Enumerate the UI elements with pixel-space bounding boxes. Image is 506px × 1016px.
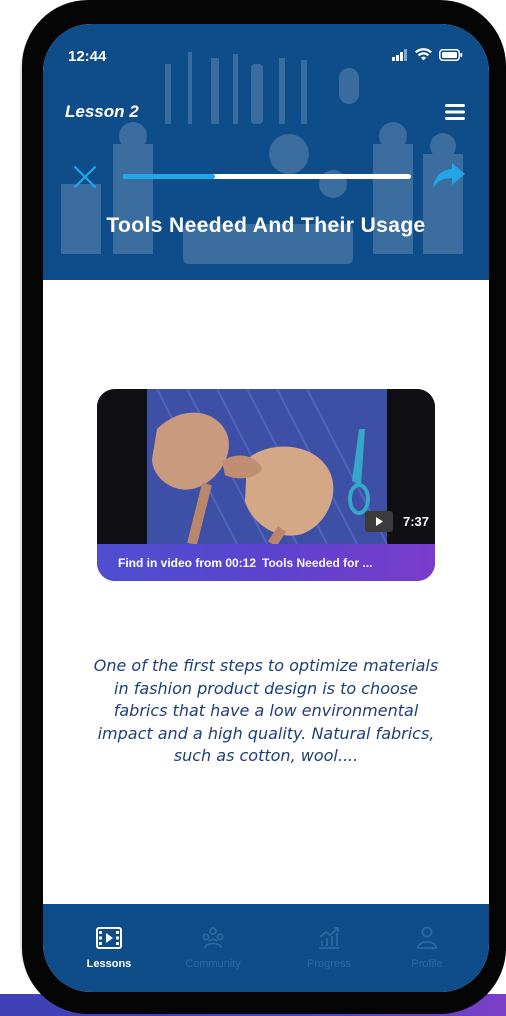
- app-screen: 12:44 Lesson 2 Tools Needed And Their Us…: [43, 24, 489, 992]
- tab-label: Profile: [411, 958, 443, 970]
- lesson-description: One of the first steps to optimize mater…: [93, 656, 439, 765]
- status-icons: [392, 48, 463, 61]
- community-icon: [202, 927, 224, 949]
- close-icon[interactable]: [72, 164, 98, 190]
- video-player[interactable]: 7:37 Find in video from 00:12 Tools Need…: [97, 389, 435, 581]
- lesson-header: 12:44 Lesson 2 Tools Needed And Their Us…: [43, 24, 489, 280]
- tab-label: Lessons: [86, 958, 132, 970]
- find-in-video-label[interactable]: Find in video from 00:12: [118, 556, 256, 570]
- wifi-icon: [415, 48, 432, 61]
- tab-profile[interactable]: Profile: [387, 924, 467, 970]
- battery-icon: [439, 48, 463, 61]
- lesson-title: Tools Needed And Their Usage: [106, 214, 426, 237]
- signal-icon: [392, 48, 407, 61]
- tab-community[interactable]: Community: [173, 924, 253, 970]
- play-icon[interactable]: [364, 511, 393, 532]
- lesson-progress-bar: [123, 174, 411, 179]
- lessons-icon: [96, 927, 122, 949]
- video-title: Tools Needed for ...: [262, 555, 373, 570]
- find-in-video-bar[interactable]: Find in video from 00:12 Tools Needed fo…: [97, 544, 435, 581]
- status-time: 12:44: [68, 48, 107, 65]
- bottom-tab-bar: Lessons Community Progress Profile: [43, 904, 489, 992]
- tab-lessons[interactable]: Lessons: [69, 924, 149, 970]
- progress-icon: [319, 927, 339, 949]
- duration-label: 7:37: [402, 514, 429, 529]
- share-forward-icon[interactable]: [431, 160, 467, 190]
- lesson-number: Lesson 2: [65, 102, 139, 121]
- tab-label: Progress: [306, 958, 352, 970]
- tab-progress[interactable]: Progress: [289, 924, 369, 970]
- video-duration: 7:37: [364, 511, 429, 532]
- lesson-progress-fill: [123, 174, 216, 179]
- tools-background-illustration: [61, 52, 463, 264]
- profile-icon: [417, 926, 437, 949]
- tab-label: Community: [185, 958, 241, 970]
- hamburger-menu-icon[interactable]: [443, 102, 467, 122]
